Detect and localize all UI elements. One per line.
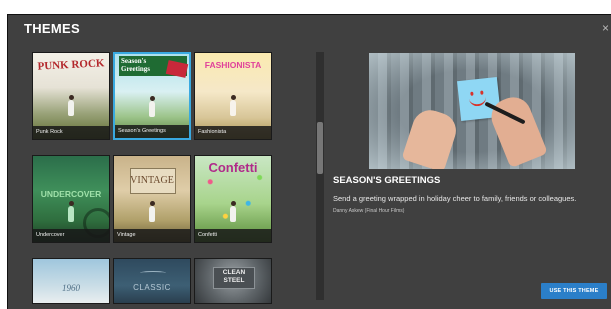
- theme-tile-classic[interactable]: CLASSIC: [113, 258, 191, 304]
- theme-thumbnail-title: CLASSIC: [133, 283, 171, 292]
- theme-thumbnail: [114, 259, 190, 303]
- theme-label: Fashionista: [195, 126, 271, 139]
- theme-thumbnail-title: Confetti: [208, 160, 258, 175]
- theme-detail-credit: Danny Askew (Final Hour Films): [333, 208, 405, 214]
- theme-preview-image: [369, 53, 575, 169]
- theme-thumbnail-title: VINTAGE: [130, 175, 174, 186]
- theme-tile-1960[interactable]: 1960: [32, 258, 110, 304]
- theme-label: Vintage: [114, 229, 190, 242]
- theme-tile-seasons-greetings[interactable]: Season's Greetings Season's Greetings: [113, 52, 191, 140]
- theme-tile-punk-rock[interactable]: PUNK ROCK Punk Rock: [32, 52, 110, 140]
- theme-thumbnail-title: Season's Greetings: [121, 57, 151, 73]
- theme-thumbnail-title: CLEAN STEEL: [222, 269, 246, 284]
- smiley-eye-left: [470, 91, 474, 96]
- theme-label: Season's Greetings: [115, 125, 189, 138]
- theme-detail-description: Send a greeting wrapped in holiday cheer…: [333, 194, 577, 203]
- use-this-theme-button[interactable]: USE THIS THEME: [541, 283, 607, 299]
- theme-label: Confetti: [195, 229, 271, 242]
- figure-body: [230, 206, 236, 222]
- theme-thumbnail-title: FASHIONISTA: [204, 60, 262, 70]
- theme-label: Punk Rock: [33, 126, 109, 139]
- scrollbar-thumb[interactable]: [317, 122, 323, 174]
- theme-tile-clean-steel[interactable]: CLEAN STEEL: [194, 258, 272, 304]
- theme-tile-confetti[interactable]: Confetti Confetti: [194, 155, 272, 243]
- classic-flourish: [140, 271, 166, 275]
- figure-body: [68, 100, 74, 116]
- themes-dialog: THEMES × PUNK ROCK Punk Rock Season's Gr…: [7, 14, 611, 309]
- theme-tile-undercover[interactable]: UNDERCOVER Undercover: [32, 155, 110, 243]
- theme-detail-title: SEASON'S GREETINGS: [333, 175, 441, 186]
- theme-tile-fashionista[interactable]: FASHIONISTA Fashionista: [194, 52, 272, 140]
- figure-body: [230, 100, 236, 116]
- figure-body: [68, 206, 74, 222]
- theme-label: Undercover: [33, 229, 109, 242]
- theme-thumbnail-title: 1960: [62, 283, 80, 293]
- theme-tile-vintage[interactable]: VINTAGE Vintage: [113, 155, 191, 243]
- dialog-title: THEMES: [24, 21, 80, 36]
- figure-body: [149, 101, 155, 117]
- theme-thumbnail: [33, 259, 109, 303]
- smiley-eye-right: [480, 90, 484, 95]
- close-icon[interactable]: ×: [602, 21, 609, 35]
- smiley-mouth: [468, 95, 487, 108]
- theme-thumbnail-title: UNDERCOVER: [40, 189, 102, 199]
- theme-list-scrollbar[interactable]: [316, 52, 324, 300]
- figure-body: [149, 206, 155, 222]
